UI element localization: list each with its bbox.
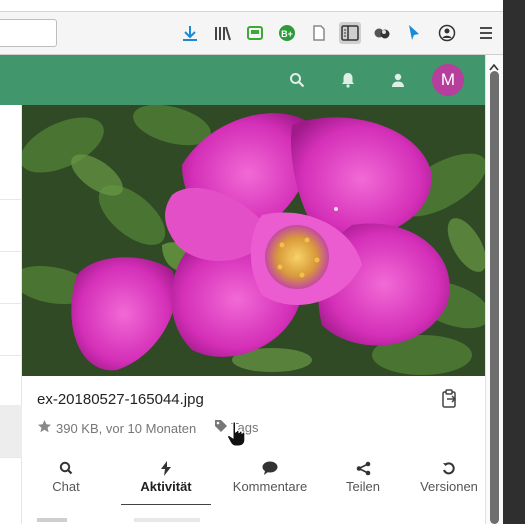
activity-placeholder xyxy=(134,518,200,522)
library-icon[interactable] xyxy=(212,22,234,44)
file-preview-image xyxy=(22,105,485,376)
list-item-selected[interactable] xyxy=(0,405,22,457)
history-icon xyxy=(442,459,456,477)
screenshot-icon[interactable] xyxy=(244,22,266,44)
contacts-icon[interactable] xyxy=(386,68,410,92)
file-size-age: 390 KB, vor 10 Monaten xyxy=(56,420,197,436)
app-header xyxy=(0,55,485,105)
tab-comments[interactable]: Kommentare xyxy=(231,459,309,503)
activity-placeholder xyxy=(37,518,67,522)
scroll-up-icon[interactable] xyxy=(489,58,499,71)
tab-activity[interactable]: Aktivität xyxy=(121,459,211,505)
file-list xyxy=(0,105,22,524)
browser-toolbar: B+ xyxy=(0,12,503,55)
scrollbar-thumb[interactable] xyxy=(490,71,499,524)
browser-tab-strip xyxy=(0,0,503,12)
url-bar[interactable] xyxy=(0,19,57,47)
list-item[interactable] xyxy=(0,251,22,303)
cursor-icon[interactable] xyxy=(403,22,425,44)
list-item[interactable] xyxy=(0,199,22,251)
clipboard-icon[interactable] xyxy=(441,389,459,409)
bell-icon[interactable] xyxy=(336,68,360,92)
details-sidebar: ex-20180527-165044.jpg 390 KB, vor 10 Mo… xyxy=(22,105,485,524)
share-icon xyxy=(356,459,371,477)
tab-versions[interactable]: Versionen xyxy=(417,459,481,503)
circles-icon[interactable] xyxy=(371,22,393,44)
file-name: ex-20180527-165044.jpg xyxy=(37,391,204,408)
hand-cursor-icon xyxy=(225,420,249,448)
extension-b-icon[interactable]: B+ xyxy=(276,22,298,44)
screen: B+ M ex-20180527-165044.jpg 390 KB, vor … xyxy=(0,0,525,524)
file-meta: 390 KB, vor 10 Monaten xyxy=(37,419,196,437)
download-icon[interactable] xyxy=(179,22,201,44)
list-item[interactable] xyxy=(0,457,22,524)
window-edge xyxy=(503,0,525,524)
tab-share[interactable]: Teilen xyxy=(342,459,384,503)
list-item[interactable] xyxy=(0,303,22,355)
sidebar-icon[interactable] xyxy=(339,22,361,44)
search-icon[interactable] xyxy=(285,68,309,92)
reader-page-icon[interactable] xyxy=(308,22,330,44)
avatar[interactable]: M xyxy=(432,64,464,96)
star-icon[interactable] xyxy=(37,419,52,437)
tab-chat[interactable]: Chat xyxy=(49,459,83,503)
account-icon[interactable] xyxy=(436,22,458,44)
svg-text:B+: B+ xyxy=(281,29,293,39)
sidebar-tabs: Chat Aktivität Kommentare Teilen Version… xyxy=(37,459,478,505)
lightning-icon xyxy=(160,459,172,477)
menu-icon[interactable] xyxy=(475,22,497,44)
list-item[interactable] xyxy=(0,355,22,405)
comment-icon xyxy=(262,459,278,477)
search-icon xyxy=(59,459,73,477)
